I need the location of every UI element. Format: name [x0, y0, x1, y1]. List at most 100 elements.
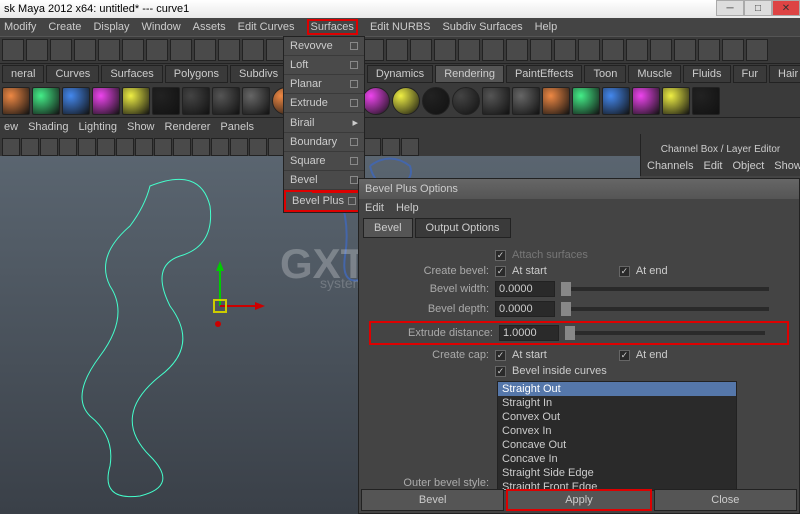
shelf-icon[interactable] [362, 87, 390, 115]
toolbar-button[interactable] [482, 39, 504, 61]
panel-menu-show[interactable]: Show [127, 121, 155, 133]
option-box-icon[interactable] [350, 176, 358, 184]
dropdown-item-birail[interactable]: Birail▸ [284, 113, 364, 133]
toolbar-button[interactable] [602, 39, 624, 61]
menu-create[interactable]: Create [48, 21, 81, 33]
shelf-icon[interactable] [692, 87, 720, 115]
menu-assets[interactable]: Assets [193, 21, 226, 33]
apply-button[interactable]: Apply [506, 489, 651, 511]
toolbar-button[interactable] [554, 39, 576, 61]
option-box-icon[interactable] [350, 61, 358, 69]
bevel-button[interactable]: Bevel [361, 489, 504, 511]
shelf-icon[interactable] [602, 87, 630, 115]
panel-tool-button[interactable] [382, 138, 400, 156]
toolbar-button[interactable] [146, 39, 168, 61]
bevel-depth-input[interactable] [495, 301, 555, 317]
panel-tool-button[interactable] [2, 138, 20, 156]
shelf-tab-toon[interactable]: Toon [584, 65, 626, 83]
menu-display[interactable]: Display [93, 21, 129, 33]
toolbar-button[interactable] [410, 39, 432, 61]
channel-tab-channels[interactable]: Channels [647, 160, 693, 172]
shelf-tab-painteffects[interactable]: PaintEffects [506, 65, 583, 83]
toolbar-button[interactable] [386, 39, 408, 61]
dropdown-item-revovve[interactable]: Revovve [284, 37, 364, 56]
panel-tool-button[interactable] [21, 138, 39, 156]
bevel-width-input[interactable] [495, 281, 555, 297]
toolbar-button[interactable] [98, 39, 120, 61]
toolbar-button[interactable] [530, 39, 552, 61]
toolbar-button[interactable] [746, 39, 768, 61]
shelf-icon[interactable] [92, 87, 120, 115]
shelf-tab-fluids[interactable]: Fluids [683, 65, 730, 83]
toolbar-button[interactable] [362, 39, 384, 61]
toolbar-button[interactable] [122, 39, 144, 61]
dialog-titlebar[interactable]: Bevel Plus Options [359, 179, 799, 199]
style-option[interactable]: Concave Out [498, 438, 736, 452]
shelf-icon[interactable] [392, 87, 420, 115]
bevel-style-listbox[interactable]: Straight OutStraight InConvex OutConvex … [497, 381, 737, 491]
shelf-tab-surfaces[interactable]: Surfaces [101, 65, 162, 83]
option-box-icon[interactable] [350, 157, 358, 165]
shelf-tab-subdivs[interactable]: Subdivs [230, 65, 287, 83]
toolbar-button[interactable] [26, 39, 48, 61]
toolbar-button[interactable] [722, 39, 744, 61]
style-option[interactable]: Convex In [498, 424, 736, 438]
panel-tool-button[interactable] [154, 138, 172, 156]
shelf-icon[interactable] [62, 87, 90, 115]
menu-modify[interactable]: Modify [4, 21, 36, 33]
toolbar-button[interactable] [458, 39, 480, 61]
toolbar-button[interactable] [674, 39, 696, 61]
dropdown-item-loft[interactable]: Loft [284, 56, 364, 75]
option-box-icon[interactable] [350, 42, 358, 50]
panel-tool-button[interactable] [363, 138, 381, 156]
dropdown-item-bevel[interactable]: Bevel [284, 171, 364, 190]
dropdown-item-planar[interactable]: Planar [284, 75, 364, 94]
shelf-icon[interactable] [32, 87, 60, 115]
toolbar-button[interactable] [650, 39, 672, 61]
close-dialog-button[interactable]: Close [654, 489, 797, 511]
tab-output-options[interactable]: Output Options [415, 218, 511, 238]
option-box-icon[interactable] [350, 80, 358, 88]
shelf-icon[interactable] [452, 87, 480, 115]
bevel-width-slider[interactable] [561, 287, 769, 291]
create-cap-start-checkbox[interactable]: ✓ [495, 350, 506, 361]
dialog-menu-help[interactable]: Help [396, 202, 419, 214]
panel-menu-shading[interactable]: Shading [28, 121, 68, 133]
toolbar-button[interactable] [194, 39, 216, 61]
toolbar-button[interactable] [626, 39, 648, 61]
panel-tool-button[interactable] [230, 138, 248, 156]
dropdown-item-square[interactable]: Square [284, 152, 364, 171]
shelf-icon[interactable] [512, 87, 540, 115]
panel-tool-button[interactable] [78, 138, 96, 156]
extrude-distance-slider[interactable] [565, 331, 765, 335]
dropdown-item-extrude[interactable]: Extrude [284, 94, 364, 113]
panel-tool-button[interactable] [211, 138, 229, 156]
shelf-tab-fur[interactable]: Fur [733, 65, 768, 83]
menu-edit-curves[interactable]: Edit Curves [238, 21, 295, 33]
panel-tool-button[interactable] [40, 138, 58, 156]
menu-surfaces[interactable]: Surfaces [307, 19, 358, 35]
menu-window[interactable]: Window [142, 21, 181, 33]
panel-tool-button[interactable] [401, 138, 419, 156]
shelf-icon[interactable] [572, 87, 600, 115]
style-option[interactable]: Straight In [498, 396, 736, 410]
channel-tab-show[interactable]: Show [774, 160, 800, 172]
shelf-icon[interactable] [182, 87, 210, 115]
channel-tab-object[interactable]: Object [732, 160, 764, 172]
option-box-icon[interactable] [350, 99, 358, 107]
create-bevel-end-checkbox[interactable]: ✓ [619, 266, 630, 277]
toolbar-button[interactable] [50, 39, 72, 61]
shelf-tab-rendering[interactable]: Rendering [435, 65, 504, 83]
attach-surfaces-checkbox[interactable]: ✓ [495, 250, 506, 261]
panel-tool-button[interactable] [59, 138, 77, 156]
panel-tool-button[interactable] [192, 138, 210, 156]
shelf-icon[interactable] [542, 87, 570, 115]
dialog-menu-edit[interactable]: Edit [365, 202, 384, 214]
shelf-tab-muscle[interactable]: Muscle [628, 65, 681, 83]
panel-menu-panels[interactable]: Panels [220, 121, 254, 133]
toolbar-button[interactable] [242, 39, 264, 61]
bevel-depth-slider[interactable] [561, 307, 769, 311]
shelf-tab-curves[interactable]: Curves [46, 65, 99, 83]
bevel-inside-checkbox[interactable]: ✓ [495, 366, 506, 377]
shelf-icon[interactable] [242, 87, 270, 115]
